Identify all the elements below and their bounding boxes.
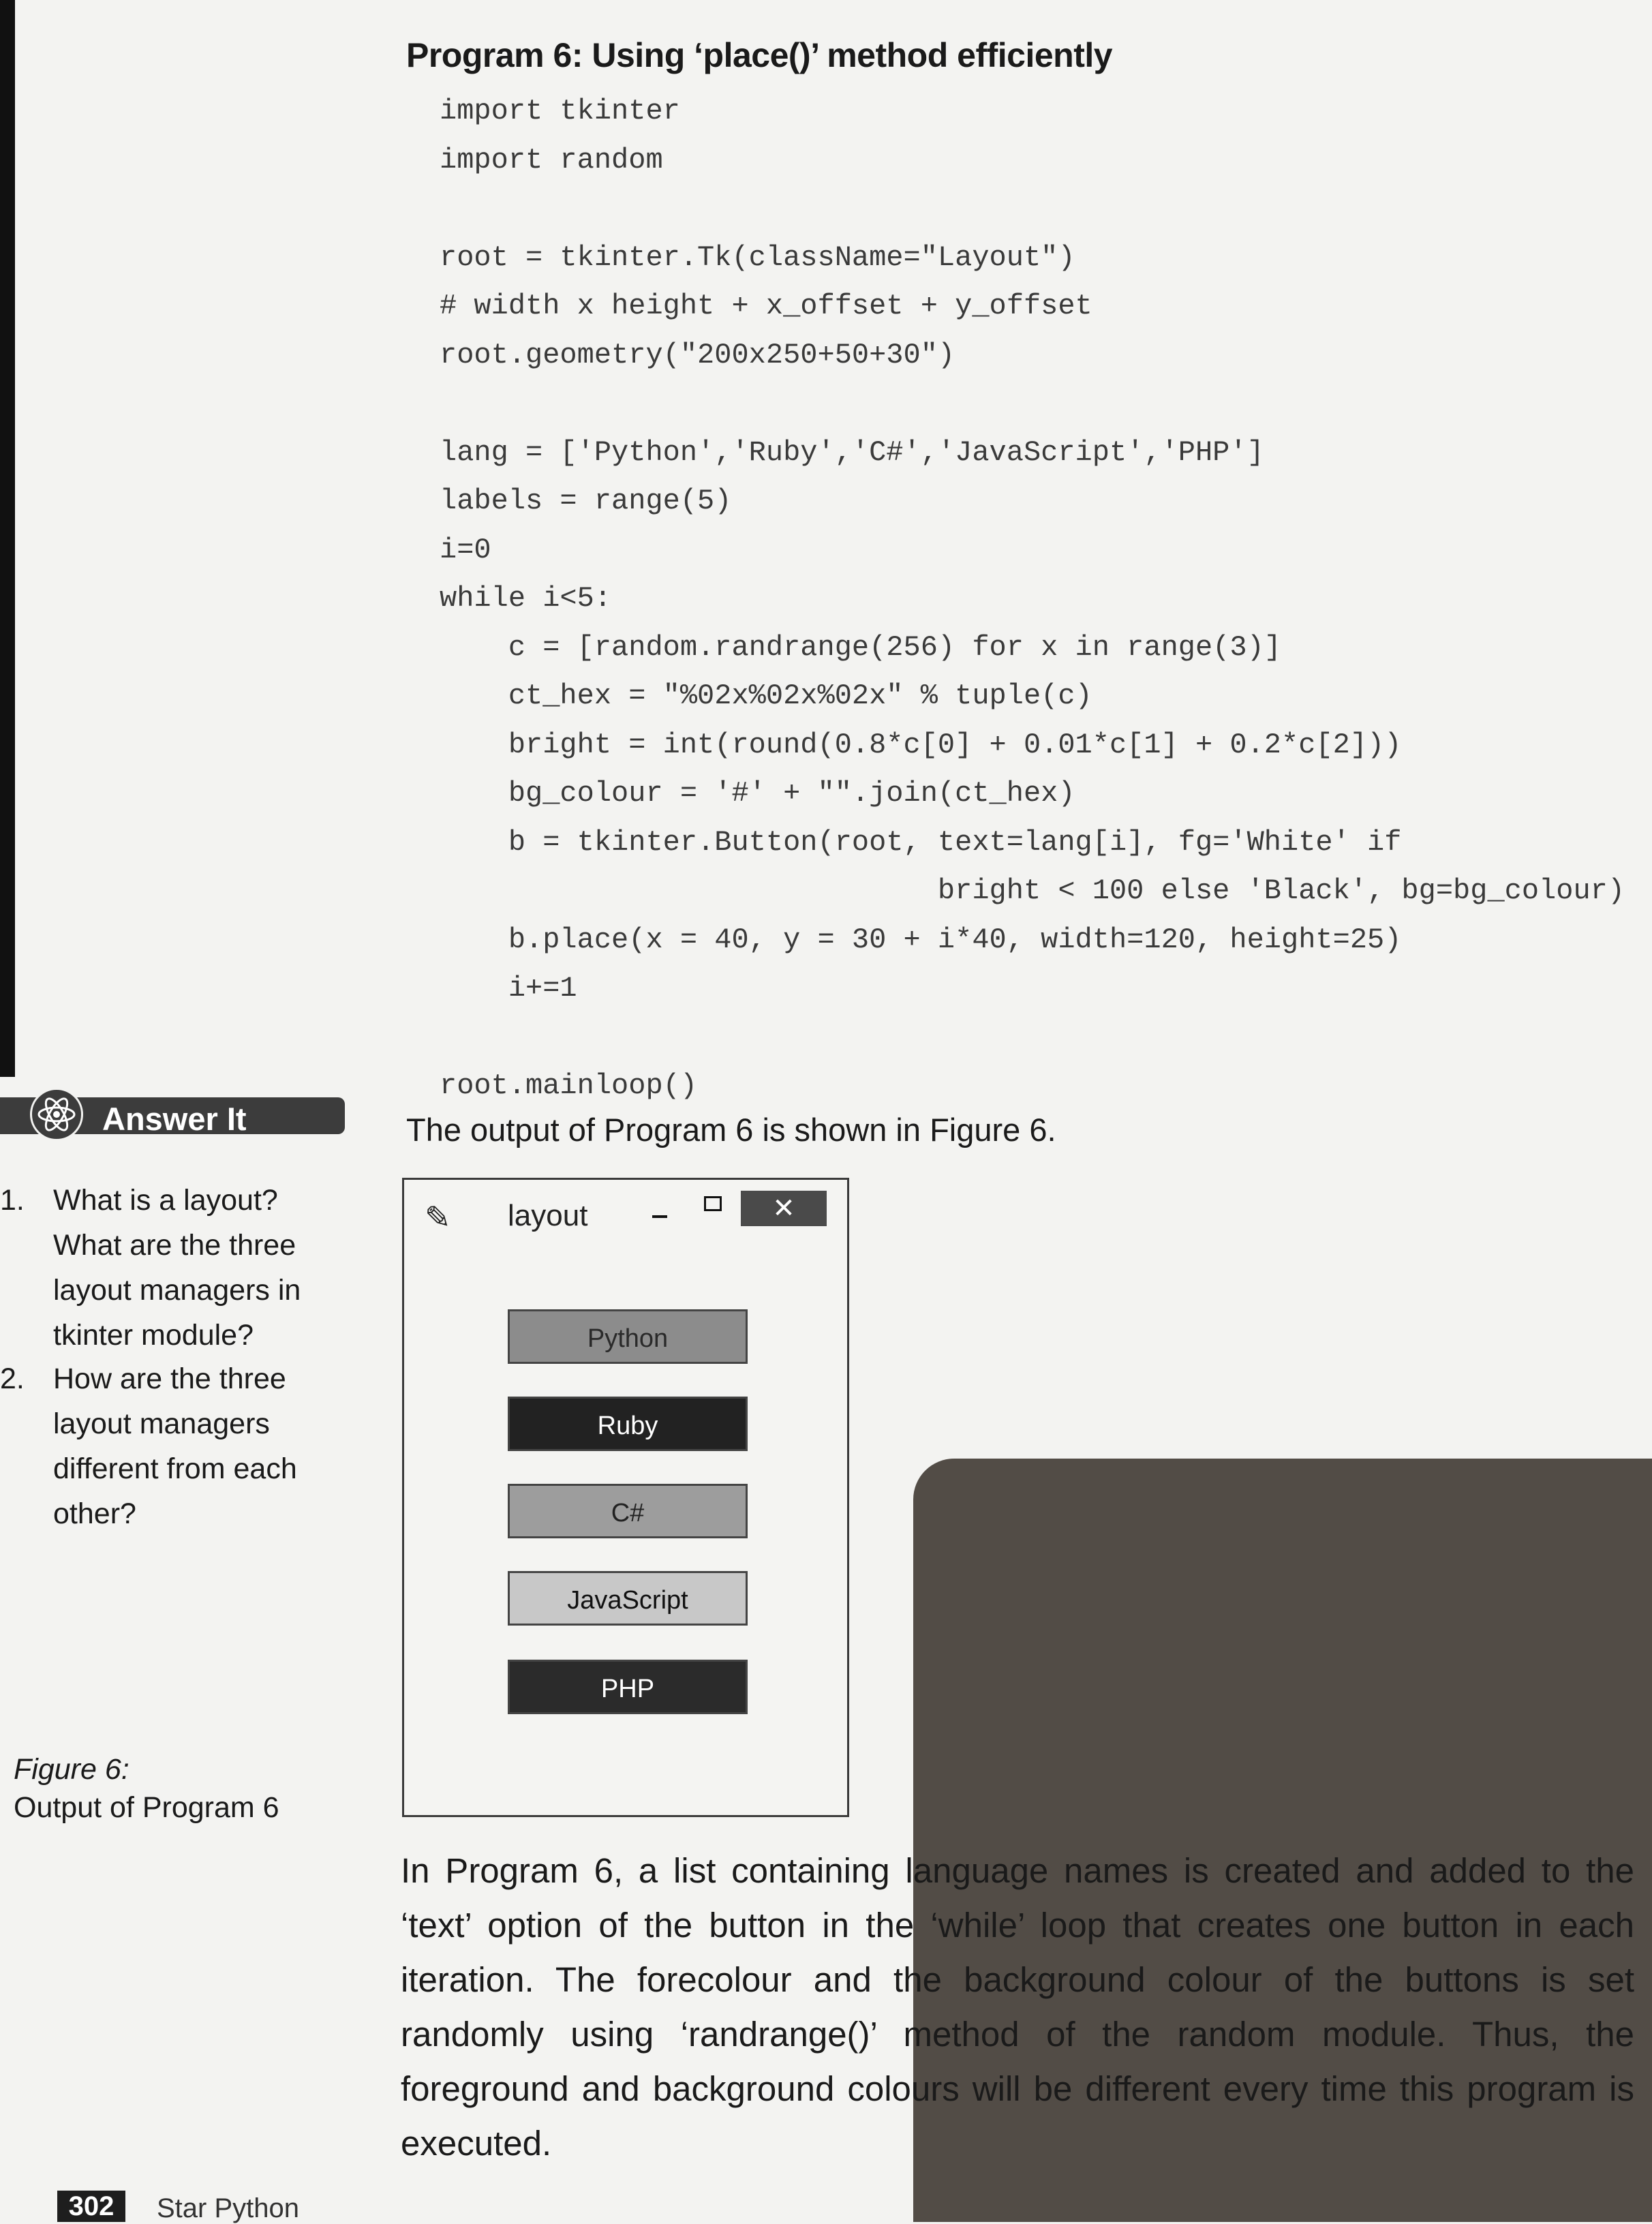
code-line: bright < 100 else 'Black', bg=bg_colour): [440, 874, 1625, 907]
code-listing: import tkinter import random root = tkinte…: [440, 87, 1625, 1111]
code-line: lang = ['Python','Ruby','C#','JavaScript…: [440, 436, 1264, 469]
tk-window: ✎ layout ✕ Python Ruby C# JavaScript PHP: [402, 1178, 849, 1817]
tk-button-ruby[interactable]: Ruby: [508, 1397, 748, 1451]
figure-caption-text: Output of Program 6: [14, 1791, 279, 1824]
figure-caption: Figure 6: Output of Program 6: [14, 1750, 279, 1827]
close-icon[interactable]: ✕: [741, 1191, 827, 1226]
code-line: while i<5:: [440, 582, 612, 615]
question-text: What is a layout? What are the three lay…: [53, 1184, 301, 1352]
code-line: i+=1: [440, 972, 577, 1005]
code-line: ct_hex = "%02x%02x%02x" % tuple(c): [440, 680, 1092, 712]
code-line: # width x height + x_offset + y_offset: [440, 290, 1092, 322]
window-title: layout: [508, 1199, 588, 1232]
output-note: The output of Program 6 is shown in Figu…: [406, 1112, 1056, 1148]
body-paragraph: In Program 6, a list containing language…: [401, 1851, 1634, 2163]
code-line: bg_colour = '#' + "".join(ct_hex): [440, 777, 1075, 810]
question-text: How are the three layout managers differ…: [53, 1362, 297, 1530]
question-number: 1.: [0, 1184, 25, 1217]
program-title: Program 6: Using ‘place()’ method effici…: [406, 36, 1113, 74]
tk-button-csharp[interactable]: C#: [508, 1484, 748, 1538]
tk-button-python[interactable]: Python: [508, 1309, 748, 1364]
page-edge-strip: [0, 0, 15, 1077]
answer-it-banner: Answer It: [0, 1088, 345, 1141]
code-line: c = [random.randrange(256) for x in rang…: [440, 630, 1282, 664]
code-line: labels = range(5): [440, 485, 732, 517]
feather-icon: ✎: [425, 1200, 451, 1235]
code-line: root = tkinter.Tk(className="Layout"): [440, 241, 1075, 274]
code-line: b.place(x = 40, y = 30 + i*40, width=120…: [440, 923, 1402, 956]
code-line: import tkinter: [440, 95, 680, 127]
tk-button-php[interactable]: PHP: [508, 1660, 748, 1714]
maximize-icon[interactable]: [704, 1196, 722, 1211]
code-line: import random: [440, 143, 663, 177]
code-line: i=0: [440, 533, 491, 566]
code-line: root.geometry("200x250+50+30"): [440, 338, 955, 371]
page-number: 302: [57, 2191, 125, 2222]
code-line: bright = int(round(0.8*c[0] + 0.01*c[1] …: [440, 728, 1402, 761]
tk-button-javascript[interactable]: JavaScript: [508, 1571, 748, 1626]
code-line: b = tkinter.Button(root, text=lang[i], f…: [440, 825, 1402, 859]
answer-it-title: Answer It: [102, 1101, 247, 1137]
code-line: root.mainloop(): [440, 1069, 698, 1102]
atom-icon: [30, 1088, 83, 1141]
question-number: 2.: [0, 1362, 25, 1395]
book-title: Star Python: [157, 2193, 300, 2223]
figure-label: Figure 6:: [14, 1753, 129, 1786]
minimize-icon[interactable]: [652, 1215, 667, 1218]
